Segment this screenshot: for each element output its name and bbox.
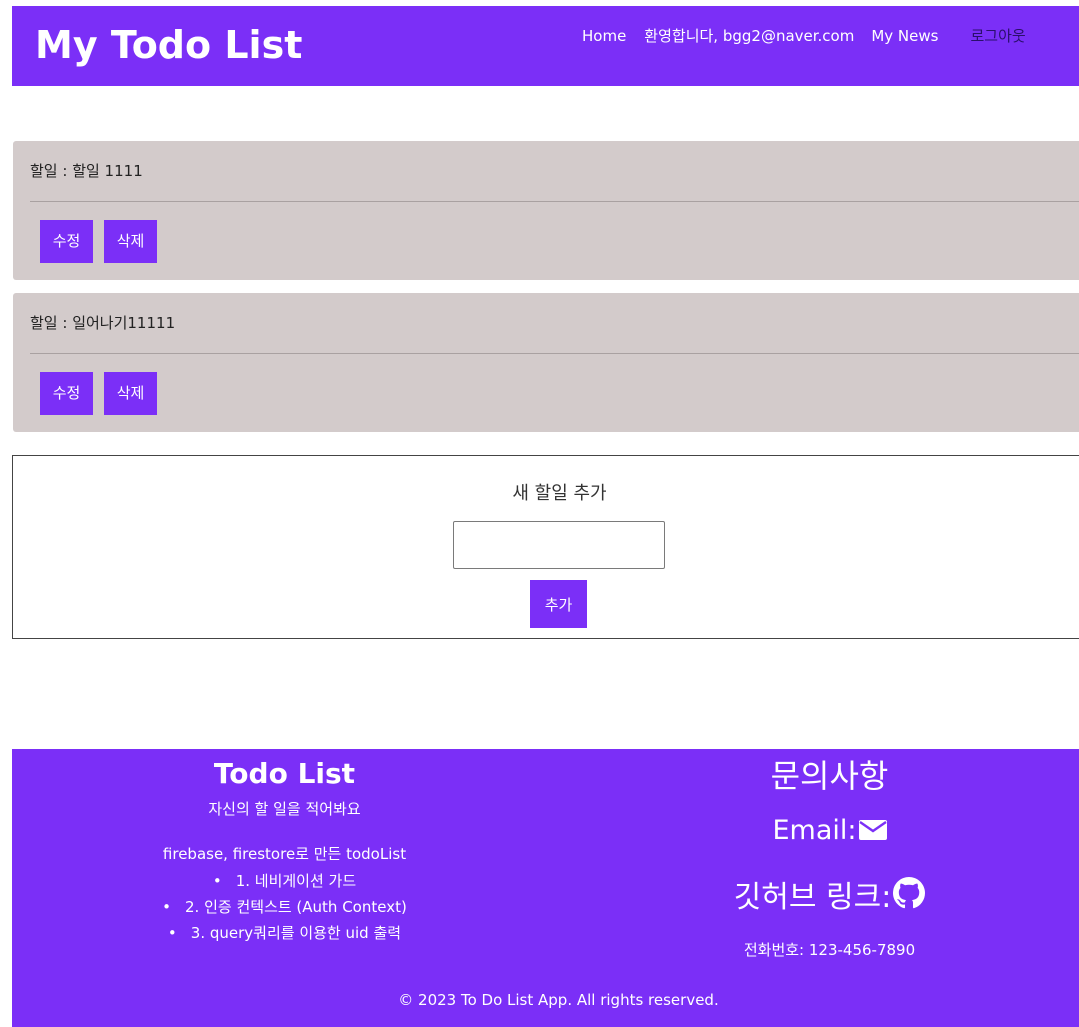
todo-divider	[30, 353, 1079, 354]
copyright-text: © 2023 To Do List App. All rights reserv…	[398, 991, 719, 1009]
add-todo-button[interactable]: 추가	[530, 580, 587, 628]
contact-github[interactable]: 깃허브 링크:	[557, 877, 1079, 920]
github-icon[interactable]	[893, 877, 926, 920]
todo-divider	[30, 201, 1079, 202]
todo-card: 할일 : 일어나기11111 수정 삭제	[13, 293, 1079, 432]
delete-todo-button[interactable]: 삭제	[104, 220, 157, 263]
add-todo-title: 새 할일 추가	[512, 483, 607, 504]
contact-phone: 전화번호: 123-456-7890	[743, 941, 916, 959]
footer-description: firebase, firestore로 만든 todoList	[162, 845, 407, 863]
add-todo-form: 새 할일 추가 추가	[12, 455, 1079, 639]
feature-list: 1. 네비게이션 가드 2. 인증 컨텍스트 (Auth Context) 3.…	[12, 868, 557, 946]
feature-item: 1. 네비게이션 가드	[12, 868, 557, 894]
github-label: 깃허브 링크:	[733, 880, 892, 915]
nav-links: Home 환영합니다, bgg2@naver.com My News 로그아웃	[582, 25, 1026, 47]
new-todo-input[interactable]	[453, 521, 665, 569]
footer-title: Todo List	[213, 757, 356, 790]
todo-card: 할일 : 할일 1111 수정 삭제	[13, 141, 1079, 280]
todo-text: 할일 : 일어나기11111	[30, 314, 176, 332]
feature-item: 3. query쿼리를 이용한 uid 출력	[12, 920, 557, 946]
brand-title[interactable]: My Todo List	[35, 22, 302, 68]
nav-home-link[interactable]: Home	[582, 25, 626, 47]
email-label: Email:	[772, 815, 857, 846]
site-footer: Todo List 자신의 할 일을 적어봐요 firebase, firest…	[12, 749, 1079, 1027]
delete-todo-button[interactable]: 삭제	[104, 372, 157, 415]
contact-email[interactable]: Email:	[557, 813, 1079, 850]
page: My Todo List Home 환영합니다, bgg2@naver.com …	[0, 0, 1079, 1027]
feature-item: 2. 인증 컨텍스트 (Auth Context)	[12, 894, 557, 920]
todo-text: 할일 : 할일 1111	[30, 162, 143, 180]
logout-link[interactable]: 로그아웃	[970, 25, 1025, 47]
envelope-icon[interactable]	[858, 814, 887, 850]
footer-subtitle: 자신의 할 일을 적어봐요	[208, 800, 361, 818]
edit-todo-button[interactable]: 수정	[40, 372, 93, 415]
edit-todo-button[interactable]: 수정	[40, 220, 93, 263]
top-navbar: My Todo List Home 환영합니다, bgg2@naver.com …	[12, 6, 1079, 86]
contact-title: 문의사항	[770, 757, 889, 795]
nav-my-news-link[interactable]: My News	[871, 25, 938, 47]
welcome-user-text: 환영합니다, bgg2@naver.com	[644, 27, 855, 45]
